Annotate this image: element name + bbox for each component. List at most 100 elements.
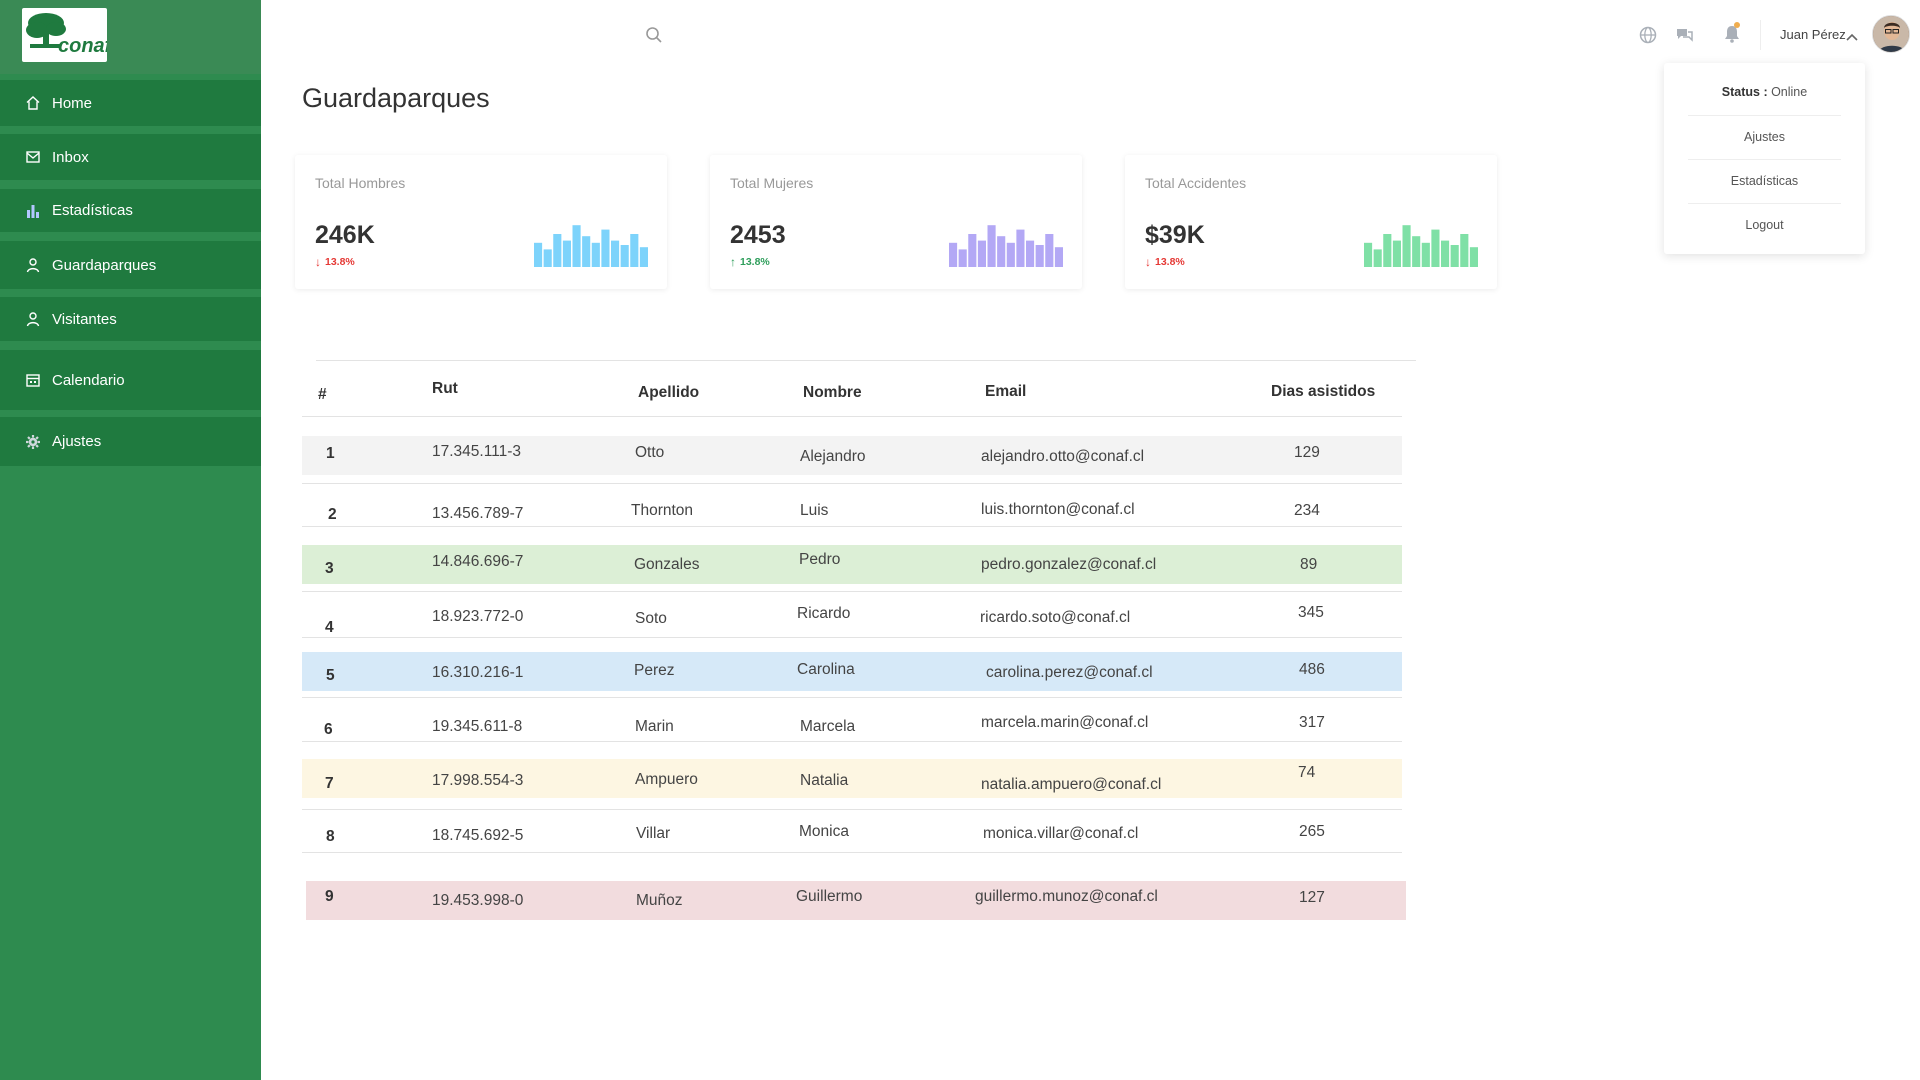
cell-nombre: Luis [800,502,829,519]
sidebar-item-calendario[interactable]: Calendario [0,350,261,410]
sidebar-item-ajustes[interactable]: Ajustes [0,417,261,466]
cell-nombre: Natalia [800,772,849,789]
cell-number: 9 [325,888,334,905]
sidebar-item-label: Ajustes [52,433,102,450]
status-label: Status : [1721,85,1768,99]
cell-apellido: Muñoz [636,892,683,909]
arrow-down-icon: ↓ [315,255,321,269]
table-top-divider [316,360,1416,361]
cell-nombre: Alejandro [800,448,866,465]
cell-apellido: Soto [635,610,667,627]
cell-number: 1 [326,445,335,462]
stat-card-accidentes: Total Accidentes $39K ↓ 13.8% [1125,155,1497,289]
search-icon[interactable] [645,26,663,44]
sparkline-bar [1421,242,1430,267]
row-divider [302,526,1402,527]
avatar[interactable] [1872,15,1910,53]
cell-nombre: Monica [799,823,849,840]
cell-dias: 345 [1298,604,1324,621]
cell-dias: 265 [1299,823,1325,840]
cell-rut: 17.345.111-3 [432,443,522,460]
sparkline-bar [1016,229,1025,267]
cell-apellido: Perez [634,662,675,679]
cell-rut: 16.310.216-1 [432,664,524,681]
row-divider [302,852,1402,853]
stat-card-hombres: Total Hombres 246K ↓ 13.8% [295,155,667,289]
sparkline-bar [630,234,639,267]
sidebar-item-home[interactable]: Home [0,80,261,126]
sidebar-item-label: Inbox [52,148,89,166]
cell-email: monica.villar@conaf.cl [983,825,1139,842]
sparkline-chart [534,225,648,267]
arrow-up-icon: ↑ [730,255,736,269]
sparkline-bar [977,240,986,267]
cell-dias: 129 [1294,444,1320,461]
sparkline-bar [591,242,600,267]
sidebar-item-label: Visitantes [52,310,117,328]
dropdown-divider [1688,203,1841,204]
row-divider [302,697,1402,698]
sparkline-bar [1460,234,1469,267]
sparkline-bar [611,240,620,267]
cell-nombre: Guillermo [796,888,863,905]
user-name[interactable]: Juan Pérez [1780,27,1846,42]
notification-dot [1734,22,1740,28]
conaf-logo[interactable]: conaf [22,8,107,62]
cell-rut: 13.456.789-7 [432,505,524,522]
dropdown-estadisticas[interactable]: Estadísticas [1664,174,1865,188]
sparkline-bar [1045,234,1054,267]
sparkline-bar [620,245,629,267]
topbar-divider [1760,20,1761,50]
sparkline-bar [987,225,996,267]
cell-nombre: Carolina [797,661,855,678]
cell-rut: 18.745.692-5 [432,827,524,844]
cell-rut: 19.453.998-0 [432,892,524,909]
sidebar-item-inbox[interactable]: Inbox [0,134,261,180]
chevron-up-icon[interactable] [1846,29,1858,41]
cell-apellido: Marin [635,718,674,735]
status-item: Status : Online [1664,85,1865,99]
cell-apellido: Ampuero [635,771,698,788]
sparkline-bar [601,229,610,267]
row-divider [302,483,1402,484]
cell-rut: 14.846.696-7 [432,553,524,570]
dropdown-ajustes[interactable]: Ajustes [1664,130,1865,144]
table-header-divider [302,416,1402,417]
sparkline-bar [582,236,591,267]
globe-icon[interactable] [1638,25,1658,45]
sparkline-bar [1026,240,1035,267]
column-header-dias: Dias asistidos [1271,383,1376,400]
sparkline-chart [949,225,1063,267]
sparkline-bar [1373,249,1382,267]
user-icon [24,310,42,328]
card-change: ↓ 13.8% [315,255,355,269]
chat-icon[interactable] [1675,25,1695,45]
cell-dias: 317 [1299,714,1325,731]
sidebar-item-guardaparques[interactable]: Guardaparques [0,241,261,289]
user-dropdown: Status : Online Ajustes Estadísticas Log… [1664,63,1865,254]
sidebar-item-estadisticas[interactable]: Estadísticas [0,189,261,232]
cell-number: 4 [325,619,334,636]
sparkline-bar [572,225,581,267]
cell-dias: 234 [1294,502,1320,519]
cell-dias: 89 [1300,556,1318,573]
sparkline-bar [543,249,552,267]
sparkline-bar [1412,236,1421,267]
card-change-value: 13.8% [1155,256,1185,268]
card-title: Total Hombres [315,175,406,191]
cell-email: ricardo.soto@conaf.cl [980,609,1131,626]
dropdown-logout[interactable]: Logout [1664,218,1865,232]
inbox-icon [24,148,42,166]
card-change: ↓ 13.8% [1145,255,1185,269]
cell-number: 8 [326,828,335,845]
stat-card-mujeres: Total Mujeres 2453 ↑ 13.8% [710,155,1082,289]
cell-email: natalia.ampuero@conaf.cl [981,776,1162,793]
sparkline-bar [1054,247,1063,267]
card-title: Total Mujeres [730,175,814,191]
sparkline-bar [1469,247,1478,267]
sparkline-bar [639,247,648,267]
sidebar-item-visitantes[interactable]: Visitantes [0,297,261,341]
sparkline-bar [968,234,977,267]
sparkline-bar [1402,225,1411,267]
sparkline-bar [1450,245,1459,267]
